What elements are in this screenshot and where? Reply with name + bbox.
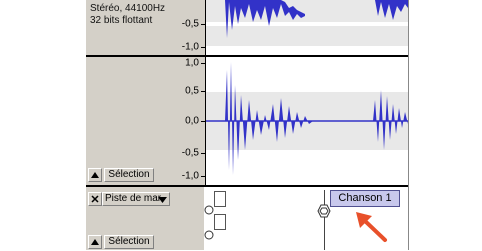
select-label-track-button[interactable]: Sélection: [104, 235, 154, 249]
triangle-up-icon: [91, 172, 99, 178]
track-name-text: Piste de mar: [105, 193, 162, 204]
ruler-label-top-minus-half: -0,5: [181, 18, 199, 30]
ruler-label-half: 0,5: [185, 85, 199, 97]
dropdown-arrow-icon: [158, 197, 167, 203]
triangle-up-icon: [91, 239, 99, 245]
vertical-ruler: -0,5 -1,0 1,0 0,5 0,0 -0,5 -1,0: [171, 0, 205, 186]
waveform-area[interactable]: [205, 0, 408, 186]
ruler-label-top-minus-one: -1,0: [181, 41, 199, 53]
select-track-button[interactable]: Sélection: [104, 168, 154, 182]
ruler-label-zero: 0,0: [185, 115, 199, 127]
close-icon: [91, 195, 99, 203]
close-track-button[interactable]: [88, 192, 102, 206]
ruler-label-minus-one: -1,0: [181, 170, 199, 182]
ruler-label-minus-half: -0,5: [181, 147, 199, 159]
collapse-label-track-button[interactable]: [88, 235, 102, 249]
label-boundary-handles[interactable]: [204, 200, 216, 240]
waveform-graphic: [205, 0, 408, 175]
track-sample-format-text: 32 bits flottant: [90, 15, 153, 26]
ruler-label-one: 1,0: [185, 57, 199, 69]
arrow-pointer-icon: [356, 212, 387, 242]
collapse-track-button[interactable]: [88, 168, 102, 182]
label-chanson[interactable]: Chanson 1: [330, 190, 400, 207]
track-format-text: Stéréo, 44100Hz: [90, 3, 166, 14]
label-anchor-icon[interactable]: [317, 204, 331, 218]
track-name-dropdown[interactable]: Piste de mar: [102, 192, 170, 206]
